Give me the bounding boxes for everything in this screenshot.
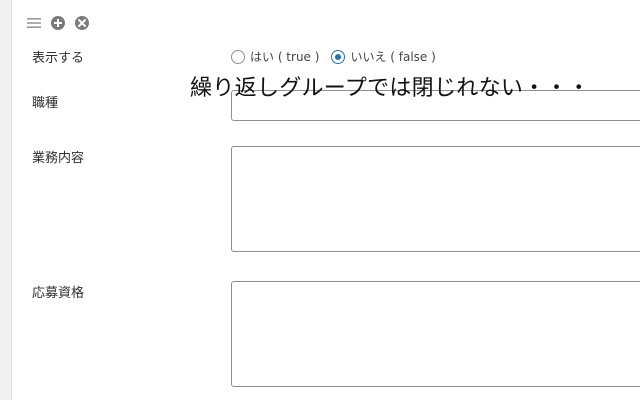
requirements-label: 応募資格 — [32, 286, 85, 301]
repeat-group-toolbar — [26, 14, 98, 32]
radio-true-label: はい ( true ) — [250, 50, 320, 64]
radio-true[interactable] — [231, 49, 245, 64]
left-rail — [0, 0, 12, 400]
annotation-text: 繰り返しグループでは閉じれない・・・ — [190, 76, 591, 101]
show-radio-group: はい ( true ) いいえ ( false ) — [231, 48, 448, 65]
radio-false-label: いいえ ( false ) — [350, 50, 436, 64]
add-circle-icon[interactable] — [50, 15, 66, 31]
hamburger-icon[interactable] — [26, 15, 42, 31]
close-circle-icon[interactable] — [74, 15, 90, 31]
job-type-label: 職種 — [32, 96, 59, 111]
radio-false[interactable] — [331, 49, 346, 64]
show-label: 表示する — [32, 51, 85, 66]
radio-option-true[interactable]: はい ( true ) — [231, 48, 319, 65]
requirements-textarea[interactable] — [231, 281, 640, 387]
job-content-label: 業務内容 — [32, 151, 85, 166]
radio-option-false[interactable]: いいえ ( false ) — [331, 48, 436, 65]
job-content-textarea[interactable] — [231, 146, 640, 252]
